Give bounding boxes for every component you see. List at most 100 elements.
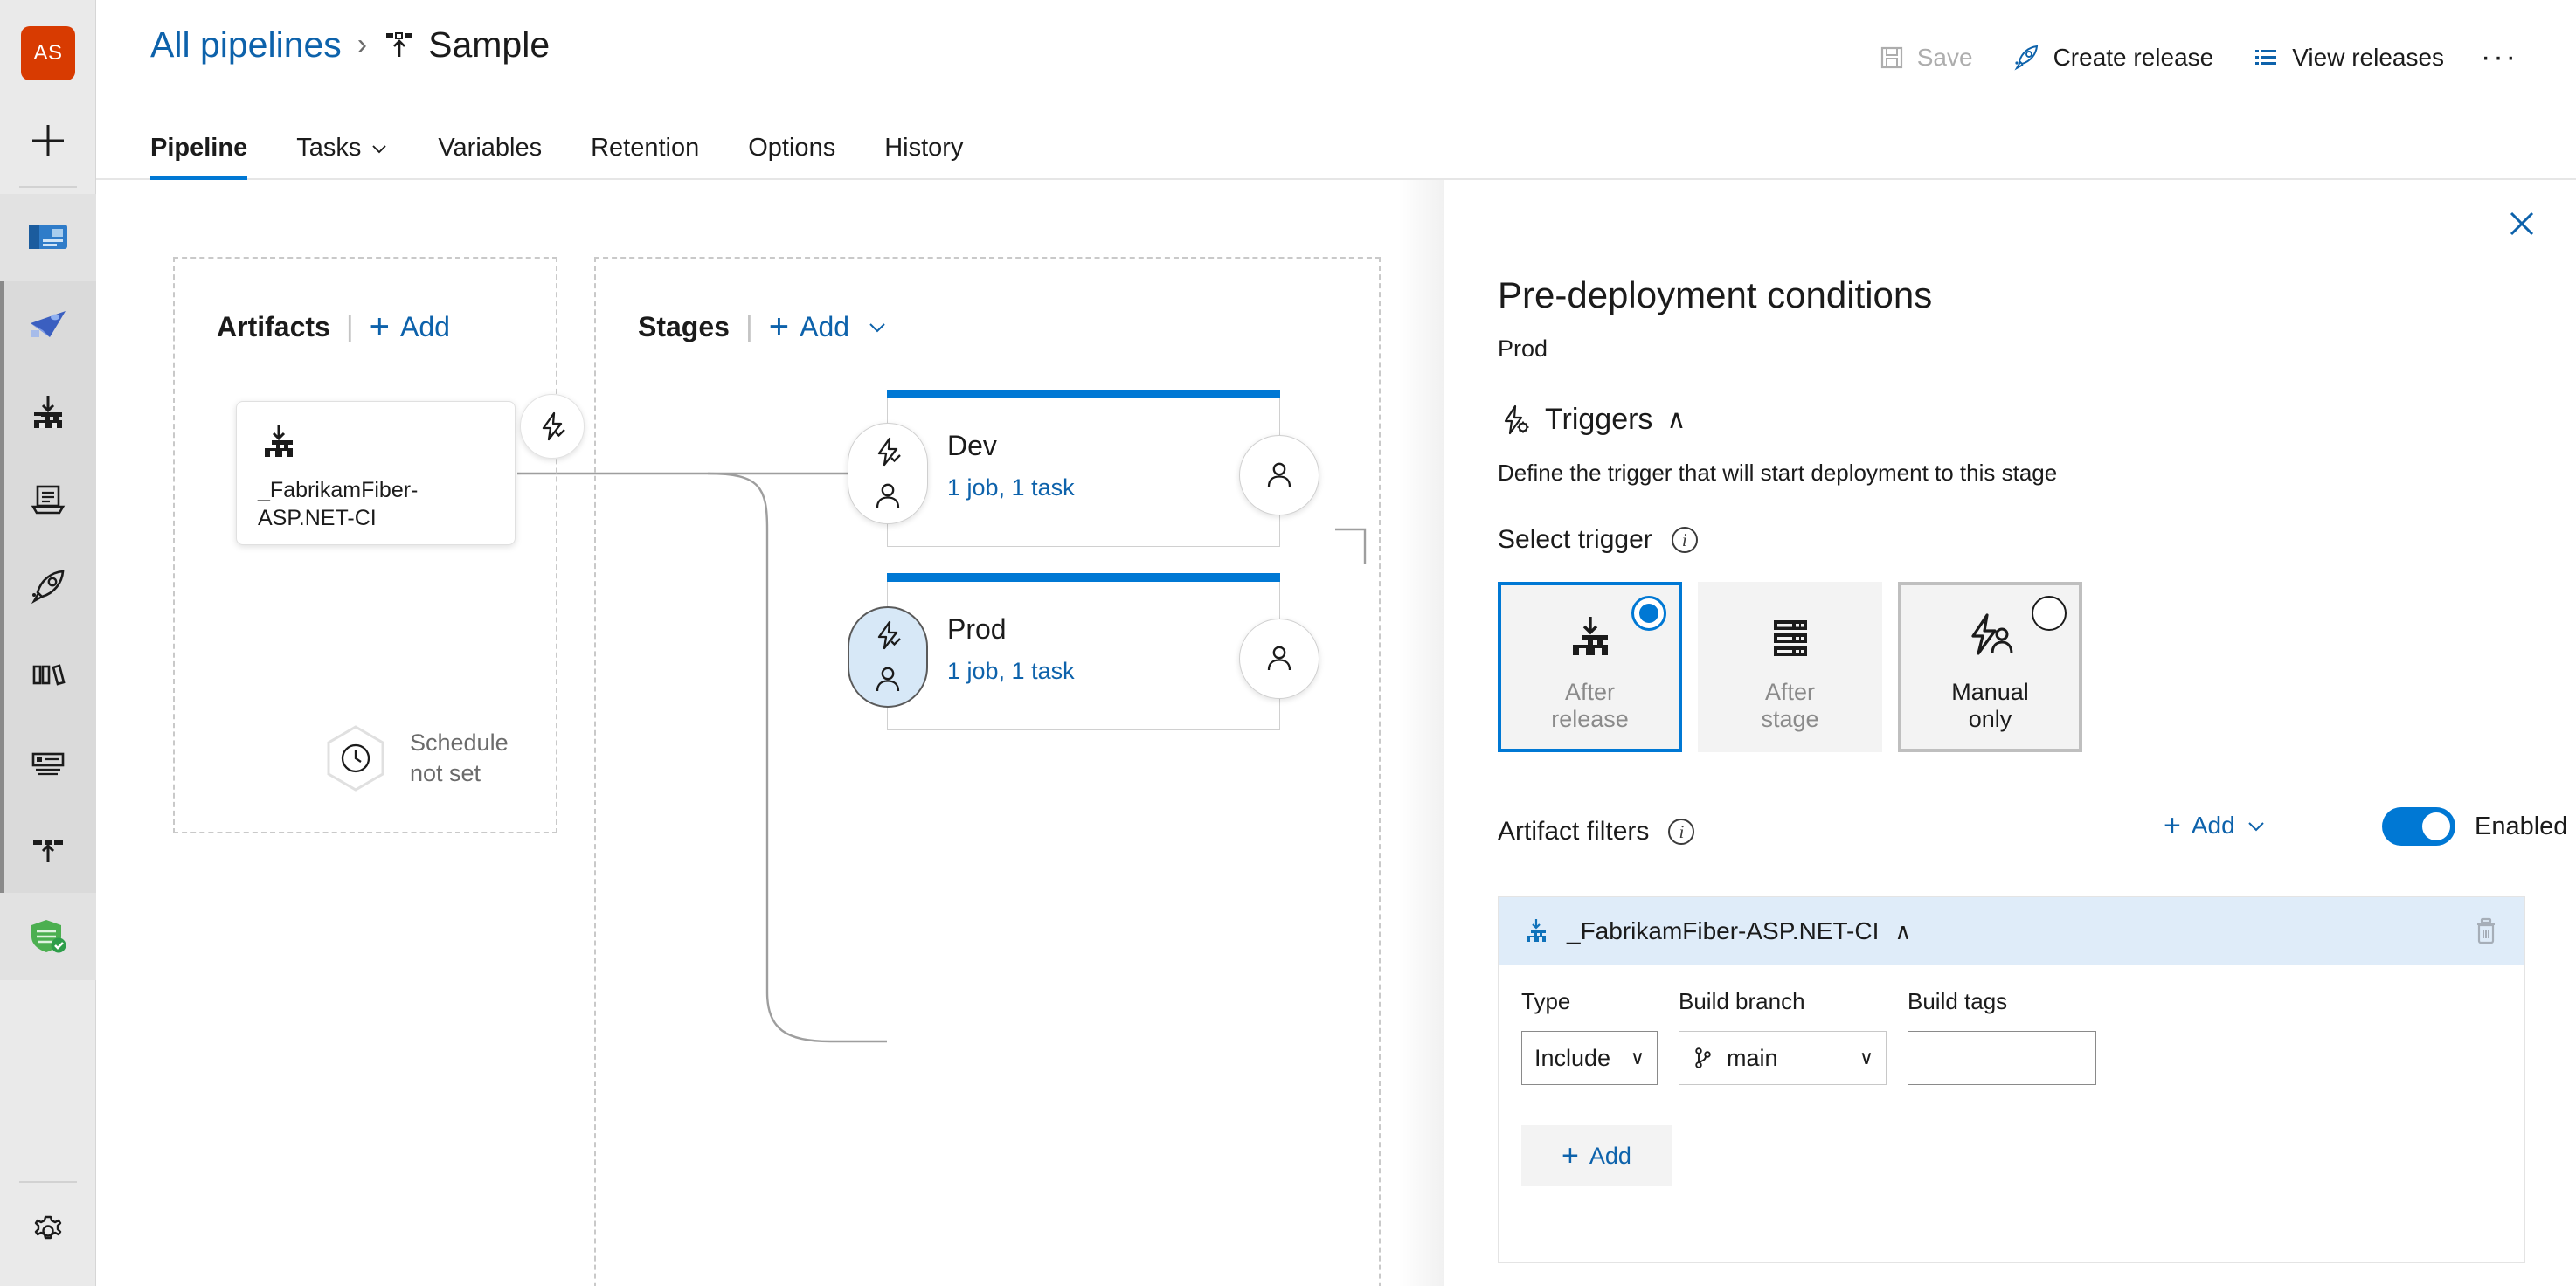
left-rail: AS — [0, 0, 96, 1286]
radio-manual-only[interactable] — [2032, 596, 2067, 631]
tab-pipeline[interactable]: Pipeline — [150, 134, 248, 180]
panel-scrim — [1398, 180, 1444, 1286]
sidebar-item-releases[interactable] — [0, 543, 96, 631]
tab-options-label: Options — [748, 134, 836, 162]
sidebar-item-security[interactable] — [0, 893, 96, 980]
rail-bottom-divider — [19, 1181, 77, 1183]
info-icon[interactable]: i — [1671, 527, 1698, 553]
save-button[interactable]: Save — [1859, 37, 1992, 79]
sidebar-item-artifacts[interactable] — [0, 631, 96, 718]
sidebar-item-pipelines[interactable] — [0, 369, 96, 456]
triggers-collapse-chevron[interactable]: ∧ — [1666, 404, 1686, 435]
breadcrumb-all-pipelines[interactable]: All pipelines — [150, 24, 342, 66]
sidebar-item-deployment-groups[interactable] — [0, 805, 96, 893]
settings-button[interactable] — [21, 1204, 75, 1258]
pipeline-arrow-icon — [33, 840, 63, 862]
create-release-label: Create release — [2053, 43, 2214, 71]
chevron-down-icon: ∨ — [1630, 1047, 1645, 1068]
artifact-trigger-badge[interactable] — [520, 394, 585, 459]
triggers-heading: Triggers — [1545, 403, 1653, 436]
filter-branch-select[interactable]: main ∨ — [1679, 1031, 1887, 1085]
artifacts-title: Artifacts — [217, 310, 330, 342]
triggers-description: Define the trigger that will start deplo… — [1498, 460, 2058, 486]
artifact-filters-toggle[interactable] — [2382, 807, 2455, 846]
artifacts-library-icon — [32, 664, 66, 686]
pre-deployment-trigger-icon — [877, 437, 901, 467]
artifact-filters-label-group: Artifact filters i — [1498, 817, 1695, 847]
filter-type-select[interactable]: Include ∨ — [1521, 1031, 1658, 1085]
server-stack-icon — [1764, 612, 1817, 668]
sidebar-item-environments[interactable] — [0, 718, 96, 805]
rocket-icon — [31, 570, 65, 605]
tab-bar: Pipeline Tasks Variables Retention Optio… — [96, 112, 2576, 180]
stage-card-prod[interactable]: Prod 1 job, 1 task — [848, 573, 1319, 730]
filter-column-tags: Build tags — [1908, 988, 2096, 1085]
filter-branch-value: main — [1727, 1044, 1778, 1071]
tab-variables-label: Variables — [438, 134, 543, 162]
boards-paper-plane-icon — [31, 311, 66, 337]
trash-icon — [2477, 917, 2495, 944]
more-options-button[interactable]: ··· — [2463, 33, 2536, 81]
filter-add-row-button[interactable]: + Add — [1521, 1125, 1672, 1186]
schedule-label: Schedule not set — [410, 728, 509, 788]
stage-prod-post-deployment-conditions[interactable] — [1239, 619, 1319, 699]
close-button[interactable] — [2497, 199, 2546, 248]
artifact-card[interactable]: _FabrikamFiber-ASP.NET-CI — [236, 401, 516, 545]
avatar[interactable]: AS — [21, 26, 75, 80]
artifact-filter-collapse-chevron[interactable]: ∧ — [1894, 918, 1911, 945]
tab-history[interactable]: History — [884, 134, 963, 178]
artifact-filters-row: Artifact filters i + Add Enabled — [1498, 807, 2567, 856]
artifact-filters-label: Artifact filters — [1498, 817, 1650, 846]
artifact-name: _FabrikamFiber-ASP.NET-CI — [258, 478, 419, 530]
stage-card-dev[interactable]: Dev 1 job, 1 task — [848, 390, 1319, 547]
sidebar-item-boards[interactable] — [0, 281, 96, 369]
view-releases-button[interactable]: View releases — [2233, 37, 2463, 79]
artifact-filter-columns: Type Include ∨ Build branch main ∨ Build… — [1521, 988, 2502, 1085]
person-approval-icon — [876, 483, 900, 508]
tab-retention[interactable]: Retention — [591, 134, 699, 178]
info-icon[interactable]: i — [1668, 819, 1695, 845]
clock-hex-badge — [319, 722, 392, 795]
tab-options[interactable]: Options — [748, 134, 835, 178]
stage-dev-jobs-link[interactable]: 1 job, 1 task — [947, 474, 1075, 501]
build-artifact-icon — [258, 421, 494, 467]
tab-pipeline-label: Pipeline — [150, 134, 248, 162]
tab-tasks[interactable]: Tasks — [296, 134, 389, 178]
new-item-button[interactable] — [21, 114, 75, 168]
save-label: Save — [1916, 43, 1973, 71]
sidebar-item-test-plans[interactable] — [0, 456, 96, 543]
trigger-option-manual-only[interactable]: Manual only — [1898, 582, 2082, 752]
stages-add-button[interactable]: + Add — [769, 309, 888, 344]
artifact-filter-name: _FabrikamFiber-ASP.NET-CI — [1567, 917, 1880, 944]
trigger-option-after-stage-label: After stage — [1761, 679, 1819, 733]
page-header: All pipelines › Sample Save Create relea… — [96, 0, 2576, 112]
create-release-button[interactable]: Create release — [1992, 36, 2233, 80]
triggers-section-header[interactable]: Triggers ∧ — [1498, 403, 1686, 437]
build-artifact-icon — [1527, 919, 1546, 942]
trigger-option-after-release[interactable]: After release — [1498, 582, 1682, 752]
artifact-filters-add-button[interactable]: + Add — [2164, 811, 2267, 840]
list-lines-icon — [2255, 49, 2277, 65]
shield-check-icon — [31, 920, 66, 953]
artifact-filter-delete-button[interactable] — [2470, 915, 2502, 951]
breadcrumb-separator: › — [357, 28, 368, 61]
stage-prod-pre-deployment-conditions[interactable] — [848, 606, 928, 708]
tab-variables[interactable]: Variables — [438, 134, 542, 178]
sidebar-item-overview[interactable] — [0, 194, 96, 281]
radio-after-release[interactable] — [1631, 596, 1666, 631]
chevron-down-icon — [2247, 822, 2264, 832]
artifacts-add-button[interactable]: + Add — [370, 309, 450, 344]
stage-prod-jobs-link[interactable]: 1 job, 1 task — [947, 658, 1075, 685]
stage-dev-pre-deployment-conditions[interactable] — [848, 423, 928, 524]
filter-tags-input[interactable] — [1908, 1031, 2096, 1085]
stage-dev-post-deployment-conditions[interactable] — [1239, 435, 1319, 515]
filter-column-branch: Build branch main ∨ — [1679, 988, 1887, 1085]
plus-icon: + — [768, 308, 790, 346]
chevron-down-icon — [372, 144, 387, 153]
schedule-node[interactable]: Schedule not set — [319, 722, 509, 795]
rail-divider — [19, 186, 77, 188]
artifact-filter-card-header[interactable]: _FabrikamFiber-ASP.NET-CI ∧ — [1499, 897, 2524, 965]
gear-icon — [34, 1215, 62, 1240]
trigger-option-after-stage[interactable]: After stage — [1698, 582, 1882, 752]
close-icon — [2510, 211, 2534, 236]
